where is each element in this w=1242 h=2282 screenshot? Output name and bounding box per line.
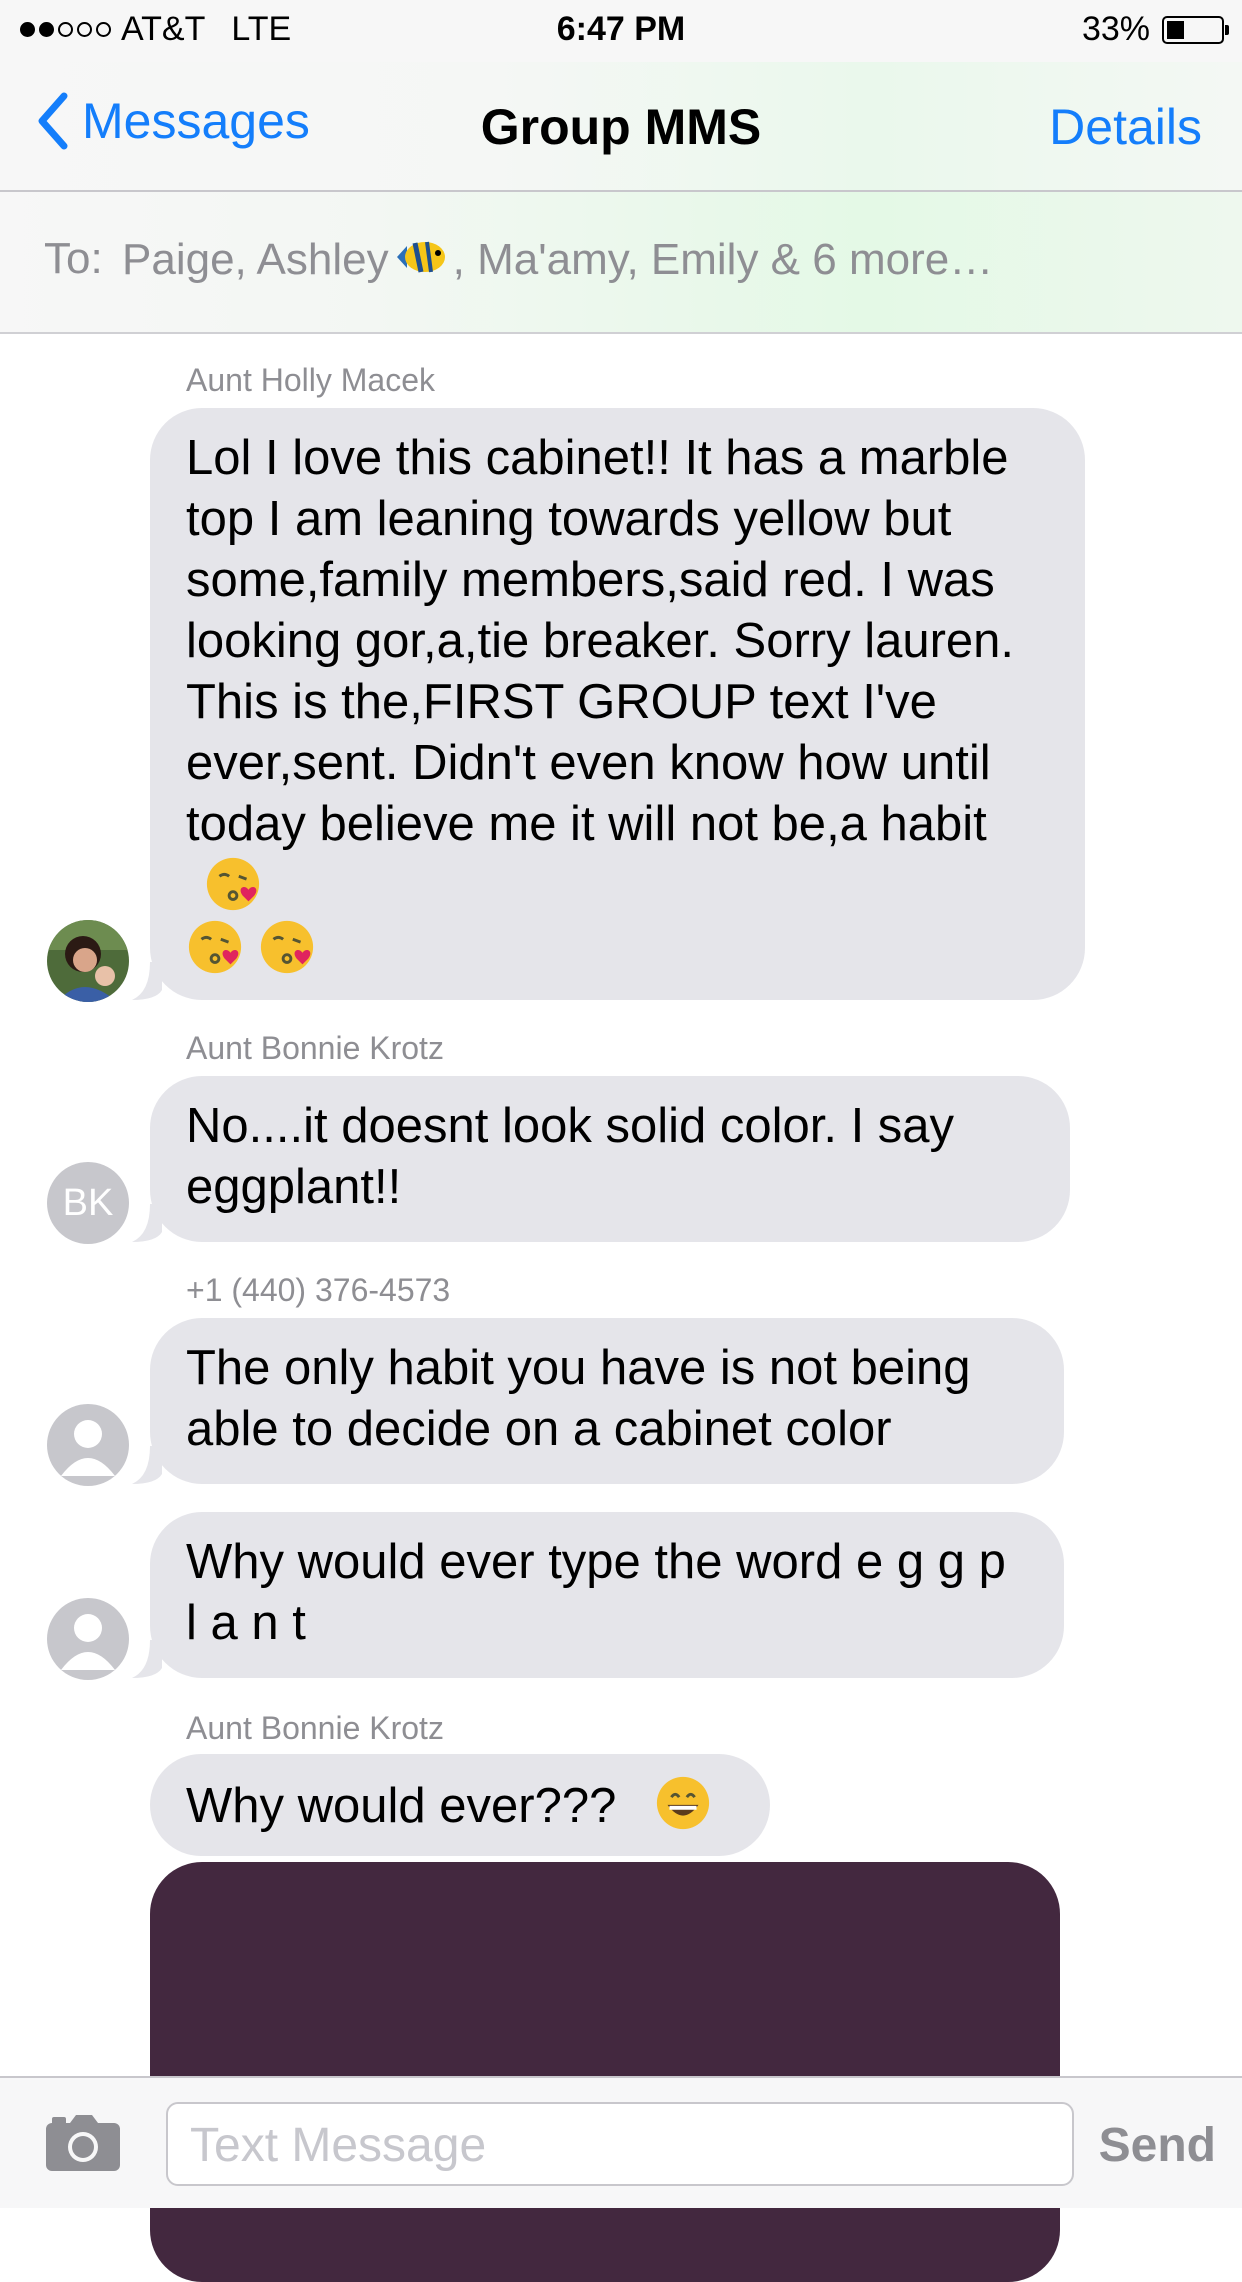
recipient-names: Paige, Ashley , Ma'amy, Emily & 6 more… <box>122 234 993 285</box>
battery-percent: 33% <box>1081 10 1150 48</box>
details-button[interactable]: Details <box>1049 98 1202 156</box>
message-text: Why would ever??? <box>186 1779 617 1833</box>
camera-icon[interactable] <box>44 2113 122 2173</box>
message-bubble[interactable]: No....it doesnt look solid color. I say … <box>150 1076 1070 1242</box>
message-text: Lol I love this cabinet!! It has a marbl… <box>186 431 1015 851</box>
message-text: The only habit you have is not being abl… <box>186 1341 971 1456</box>
compose-bar: Text Message Send <box>0 2076 1242 2208</box>
kissing-heart-emoji <box>204 857 262 914</box>
message-bubble[interactable]: The only habit you have is not being abl… <box>150 1318 1064 1484</box>
bubble-tail <box>132 1640 162 1678</box>
sender-name: +1 (440) 376-4573 <box>186 1272 451 1308</box>
to-label: To: <box>44 234 103 283</box>
recipients-bar[interactable]: To: Paige, Ashley , Ma'amy, Emily & 6 mo… <box>0 192 1242 334</box>
status-bar: AT&T LTE 6:47 PM 33% <box>0 0 1242 62</box>
status-right: 33% <box>1081 10 1229 49</box>
navigation-bar: Messages Group MMS Details <box>0 62 1242 192</box>
kissing-heart-emoji <box>258 920 316 977</box>
avatar[interactable]: BK <box>47 1162 129 1244</box>
recipient-names-part1: Paige, Ashley <box>122 235 389 284</box>
generic-person-icon <box>61 1420 115 1476</box>
recipient-names-part2: , Ma'amy, Emily & 6 more… <box>452 235 994 284</box>
avatar[interactable] <box>47 1404 129 1486</box>
avatar[interactable] <box>47 920 129 1002</box>
message-text: No....it doesnt look solid color. I say … <box>186 1099 955 1214</box>
message-input-placeholder: Text Message <box>190 2119 487 2172</box>
bubble-tail <box>132 1446 162 1484</box>
avatar[interactable] <box>47 1598 129 1680</box>
message-text: Why would ever type the word e g g p l a… <box>186 1535 1006 1650</box>
contact-photo <box>47 920 129 1002</box>
sender-name: Aunt Bonnie Krotz <box>186 1710 444 1746</box>
send-button[interactable]: Send <box>1099 2118 1216 2173</box>
sender-name: Aunt Bonnie Krotz <box>186 1030 444 1066</box>
generic-person-icon <box>61 1614 115 1670</box>
message-bubble[interactable]: Lol I love this cabinet!! It has a marbl… <box>150 408 1085 1000</box>
image-attachment[interactable] <box>150 1862 1060 2282</box>
sender-name: Aunt Holly Macek <box>186 362 435 398</box>
bubble-tail <box>132 1204 162 1242</box>
message-input[interactable]: Text Message <box>166 2102 1074 2186</box>
grinning-emoji <box>654 1776 712 1833</box>
message-bubble[interactable]: Why would ever??? <box>150 1754 770 1856</box>
tropical-fish-icon <box>396 241 445 273</box>
bubble-tail <box>132 962 162 1000</box>
message-bubble[interactable]: Why would ever type the word e g g p l a… <box>150 1512 1064 1678</box>
battery-icon <box>1162 15 1229 44</box>
clock: 6:47 PM <box>556 10 686 48</box>
kissing-heart-emoji <box>186 920 258 977</box>
